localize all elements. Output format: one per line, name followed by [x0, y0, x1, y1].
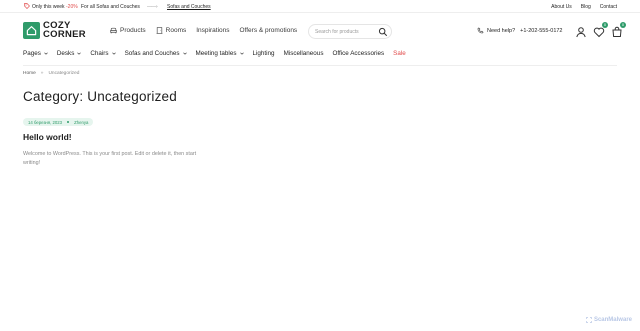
tag-icon — [24, 3, 30, 9]
menu-item-label: Office Accessories — [332, 50, 385, 57]
chevron-down-icon — [77, 52, 82, 55]
user-icon — [576, 27, 586, 38]
menu-item-lighting[interactable]: Lighting — [253, 50, 275, 57]
post-author[interactable]: Zhenya — [74, 120, 88, 125]
menu-item-sofas[interactable]: Sofas and Couches — [125, 50, 187, 57]
menu-item-sale[interactable]: Sale — [393, 50, 406, 57]
post-meta: 14 березня, 2023 Zhenya — [23, 118, 94, 126]
menu-item-label: Chairs — [90, 50, 109, 57]
top-links: About Us Blog Contact — [551, 4, 617, 10]
house-icon — [23, 22, 40, 39]
breadcrumb-current: Uncategorized — [48, 71, 80, 76]
chevron-down-icon — [239, 52, 244, 55]
chevron-down-icon — [44, 52, 48, 55]
header-divider — [23, 65, 617, 66]
nav-offers-label: Offers & promotions — [239, 27, 298, 34]
watermark: ScanMalware — [586, 317, 632, 323]
menu-item-label: Pages — [23, 50, 41, 57]
contact-link[interactable]: Contact — [600, 4, 617, 10]
menu-item-miscellaneous[interactable]: Miscellaneous — [284, 50, 324, 57]
cart-count-badge: 0 — [620, 22, 626, 28]
wishlist-count-badge: 0 — [602, 22, 608, 28]
nav-products[interactable]: Products — [110, 27, 146, 34]
promo-discount: -20% — [66, 3, 78, 10]
menu-item-label: Meeting tables — [195, 50, 237, 57]
nav-inspirations-label: Inspirations — [196, 27, 230, 34]
blog-link[interactable]: Blog — [581, 4, 591, 10]
arrow-icon: ——› — [147, 3, 158, 10]
promo-link[interactable]: Sofas and Couches — [167, 4, 211, 10]
nav-products-label: Products — [120, 27, 146, 34]
page-title: Category: Uncategorized — [23, 89, 177, 104]
search-box — [308, 24, 392, 39]
nav-offers[interactable]: Offers & promotions — [240, 27, 298, 34]
sofa-icon — [110, 27, 117, 34]
help-label: Need help? — [487, 27, 516, 34]
door-icon — [156, 27, 163, 34]
promo-bar: Only this week -20% For all Sofas and Co… — [0, 0, 640, 13]
promo-subtext: For all Sofas and Couches — [81, 3, 140, 10]
menu-item-label: Desks — [56, 50, 75, 57]
chevron-down-icon — [182, 52, 187, 55]
promo-text: Only this week — [32, 3, 65, 10]
nav-inspirations[interactable]: Inspirations — [196, 27, 229, 34]
logo-line-2: CORNER — [43, 28, 86, 40]
menu-item-pages[interactable]: Pages — [23, 50, 48, 57]
post-excerpt: Welcome to WordPress. This is your first… — [23, 151, 197, 166]
breadcrumb-home[interactable]: Home — [23, 71, 36, 76]
category-menu: Pages Desks Chairs Sofas and Couches Mee… — [23, 50, 415, 57]
chevron-down-icon — [111, 52, 116, 55]
wishlist-button[interactable]: 0 — [593, 22, 608, 38]
phone-icon — [477, 27, 484, 34]
breadcrumb: Home » Uncategorized — [23, 71, 79, 76]
menu-item-label: Sofas and Couches — [124, 50, 180, 57]
menu-item-label: Sale — [393, 50, 406, 57]
main-nav: Products Rooms Inspirations Offers & pro… — [110, 27, 307, 34]
help-phone: +1-202-555-0172 — [520, 27, 563, 34]
about-us-link[interactable]: About Us — [551, 4, 572, 10]
nav-rooms[interactable]: Rooms — [156, 27, 187, 34]
post-date[interactable]: 14 березня, 2023 — [28, 120, 62, 125]
search-input[interactable] — [315, 27, 375, 37]
watermark-text: ScanMalware — [593, 317, 632, 323]
post-title[interactable]: Hello world! — [23, 132, 72, 142]
account-button[interactable] — [575, 25, 587, 38]
menu-item-office-accessories[interactable]: Office Accessories — [332, 50, 384, 57]
logo-wordmark: COZY CORNER — [43, 21, 86, 40]
nav-rooms-label: Rooms — [165, 27, 187, 34]
scan-logo-icon — [586, 317, 592, 323]
menu-item-meeting-tables[interactable]: Meeting tables — [196, 50, 244, 57]
menu-item-desks[interactable]: Desks — [57, 50, 82, 57]
menu-item-label: Miscellaneous — [283, 50, 324, 57]
cart-button[interactable]: 0 — [611, 22, 626, 37]
menu-item-chairs[interactable]: Chairs — [90, 50, 116, 57]
meta-separator-dot — [67, 121, 70, 123]
menu-item-label: Lighting — [252, 50, 275, 57]
search-icon[interactable] — [378, 27, 388, 37]
site-logo[interactable]: COZY CORNER — [23, 21, 86, 40]
breadcrumb-separator: » — [40, 71, 44, 76]
header-actions: 0 0 — [575, 22, 626, 38]
help-contact[interactable]: Need help? +1-202-555-0172 — [477, 27, 563, 34]
